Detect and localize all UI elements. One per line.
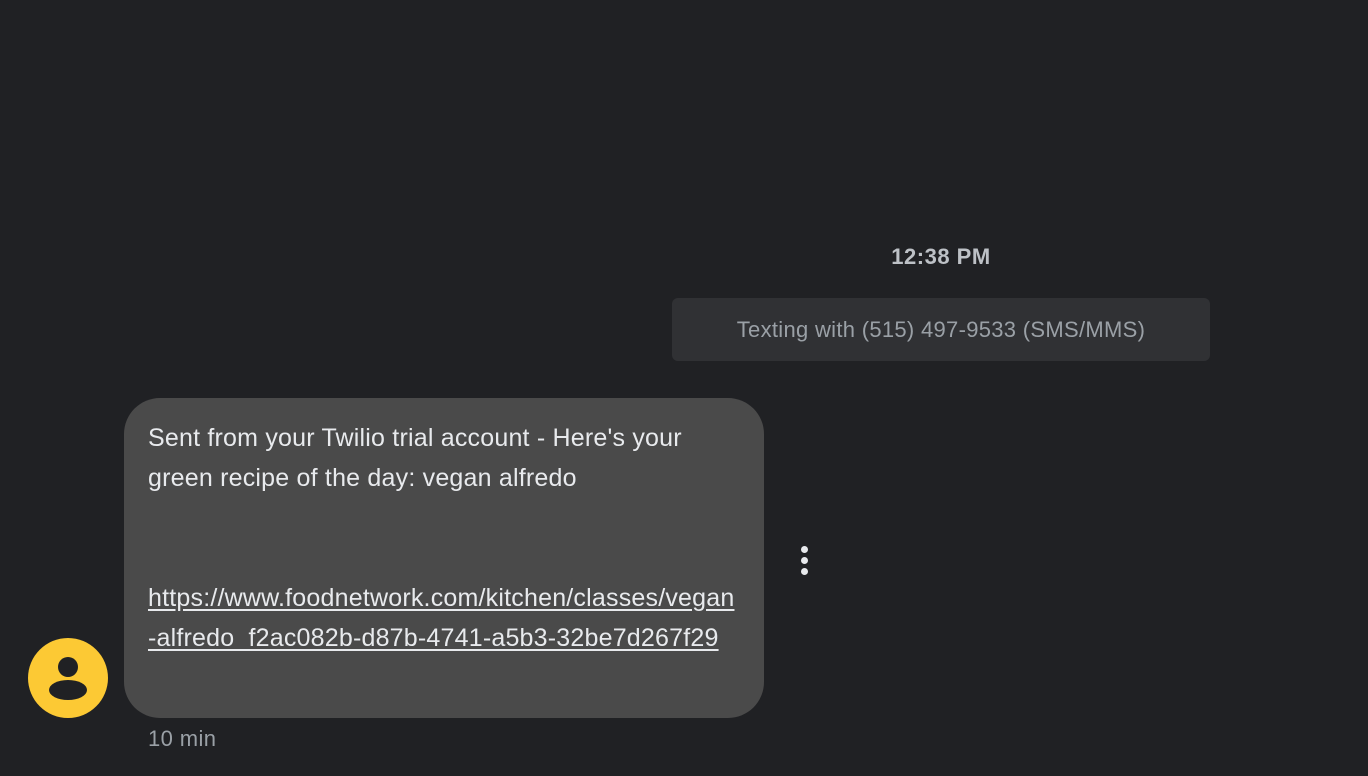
texting-with-label: Texting with (515) 497-9533 (SMS/MMS) xyxy=(736,316,1146,342)
more-vert-icon[interactable] xyxy=(788,538,820,582)
texting-with-banner: Texting with (515) 497-9533 (SMS/MMS) xyxy=(672,298,1210,361)
conversation-timestamp: 12:38 PM xyxy=(891,244,991,269)
message-blank-lines xyxy=(148,498,740,578)
recipe-link[interactable]: https://www.foodnetwork.com/kitchen/clas… xyxy=(148,584,734,652)
more-dot xyxy=(800,556,808,564)
more-dot xyxy=(800,545,808,553)
message-age: 10 min xyxy=(148,726,217,751)
conversation-view: 12:38 PM Texting with (515) 497-9533 (SM… xyxy=(0,0,1368,776)
message-bubble[interactable]: Sent from your Twilio trial account - He… xyxy=(124,398,764,718)
more-dot xyxy=(800,567,808,575)
message-text: Sent from your Twilio trial account - He… xyxy=(148,424,682,492)
contact-avatar[interactable] xyxy=(28,638,108,718)
person-icon xyxy=(49,657,87,700)
